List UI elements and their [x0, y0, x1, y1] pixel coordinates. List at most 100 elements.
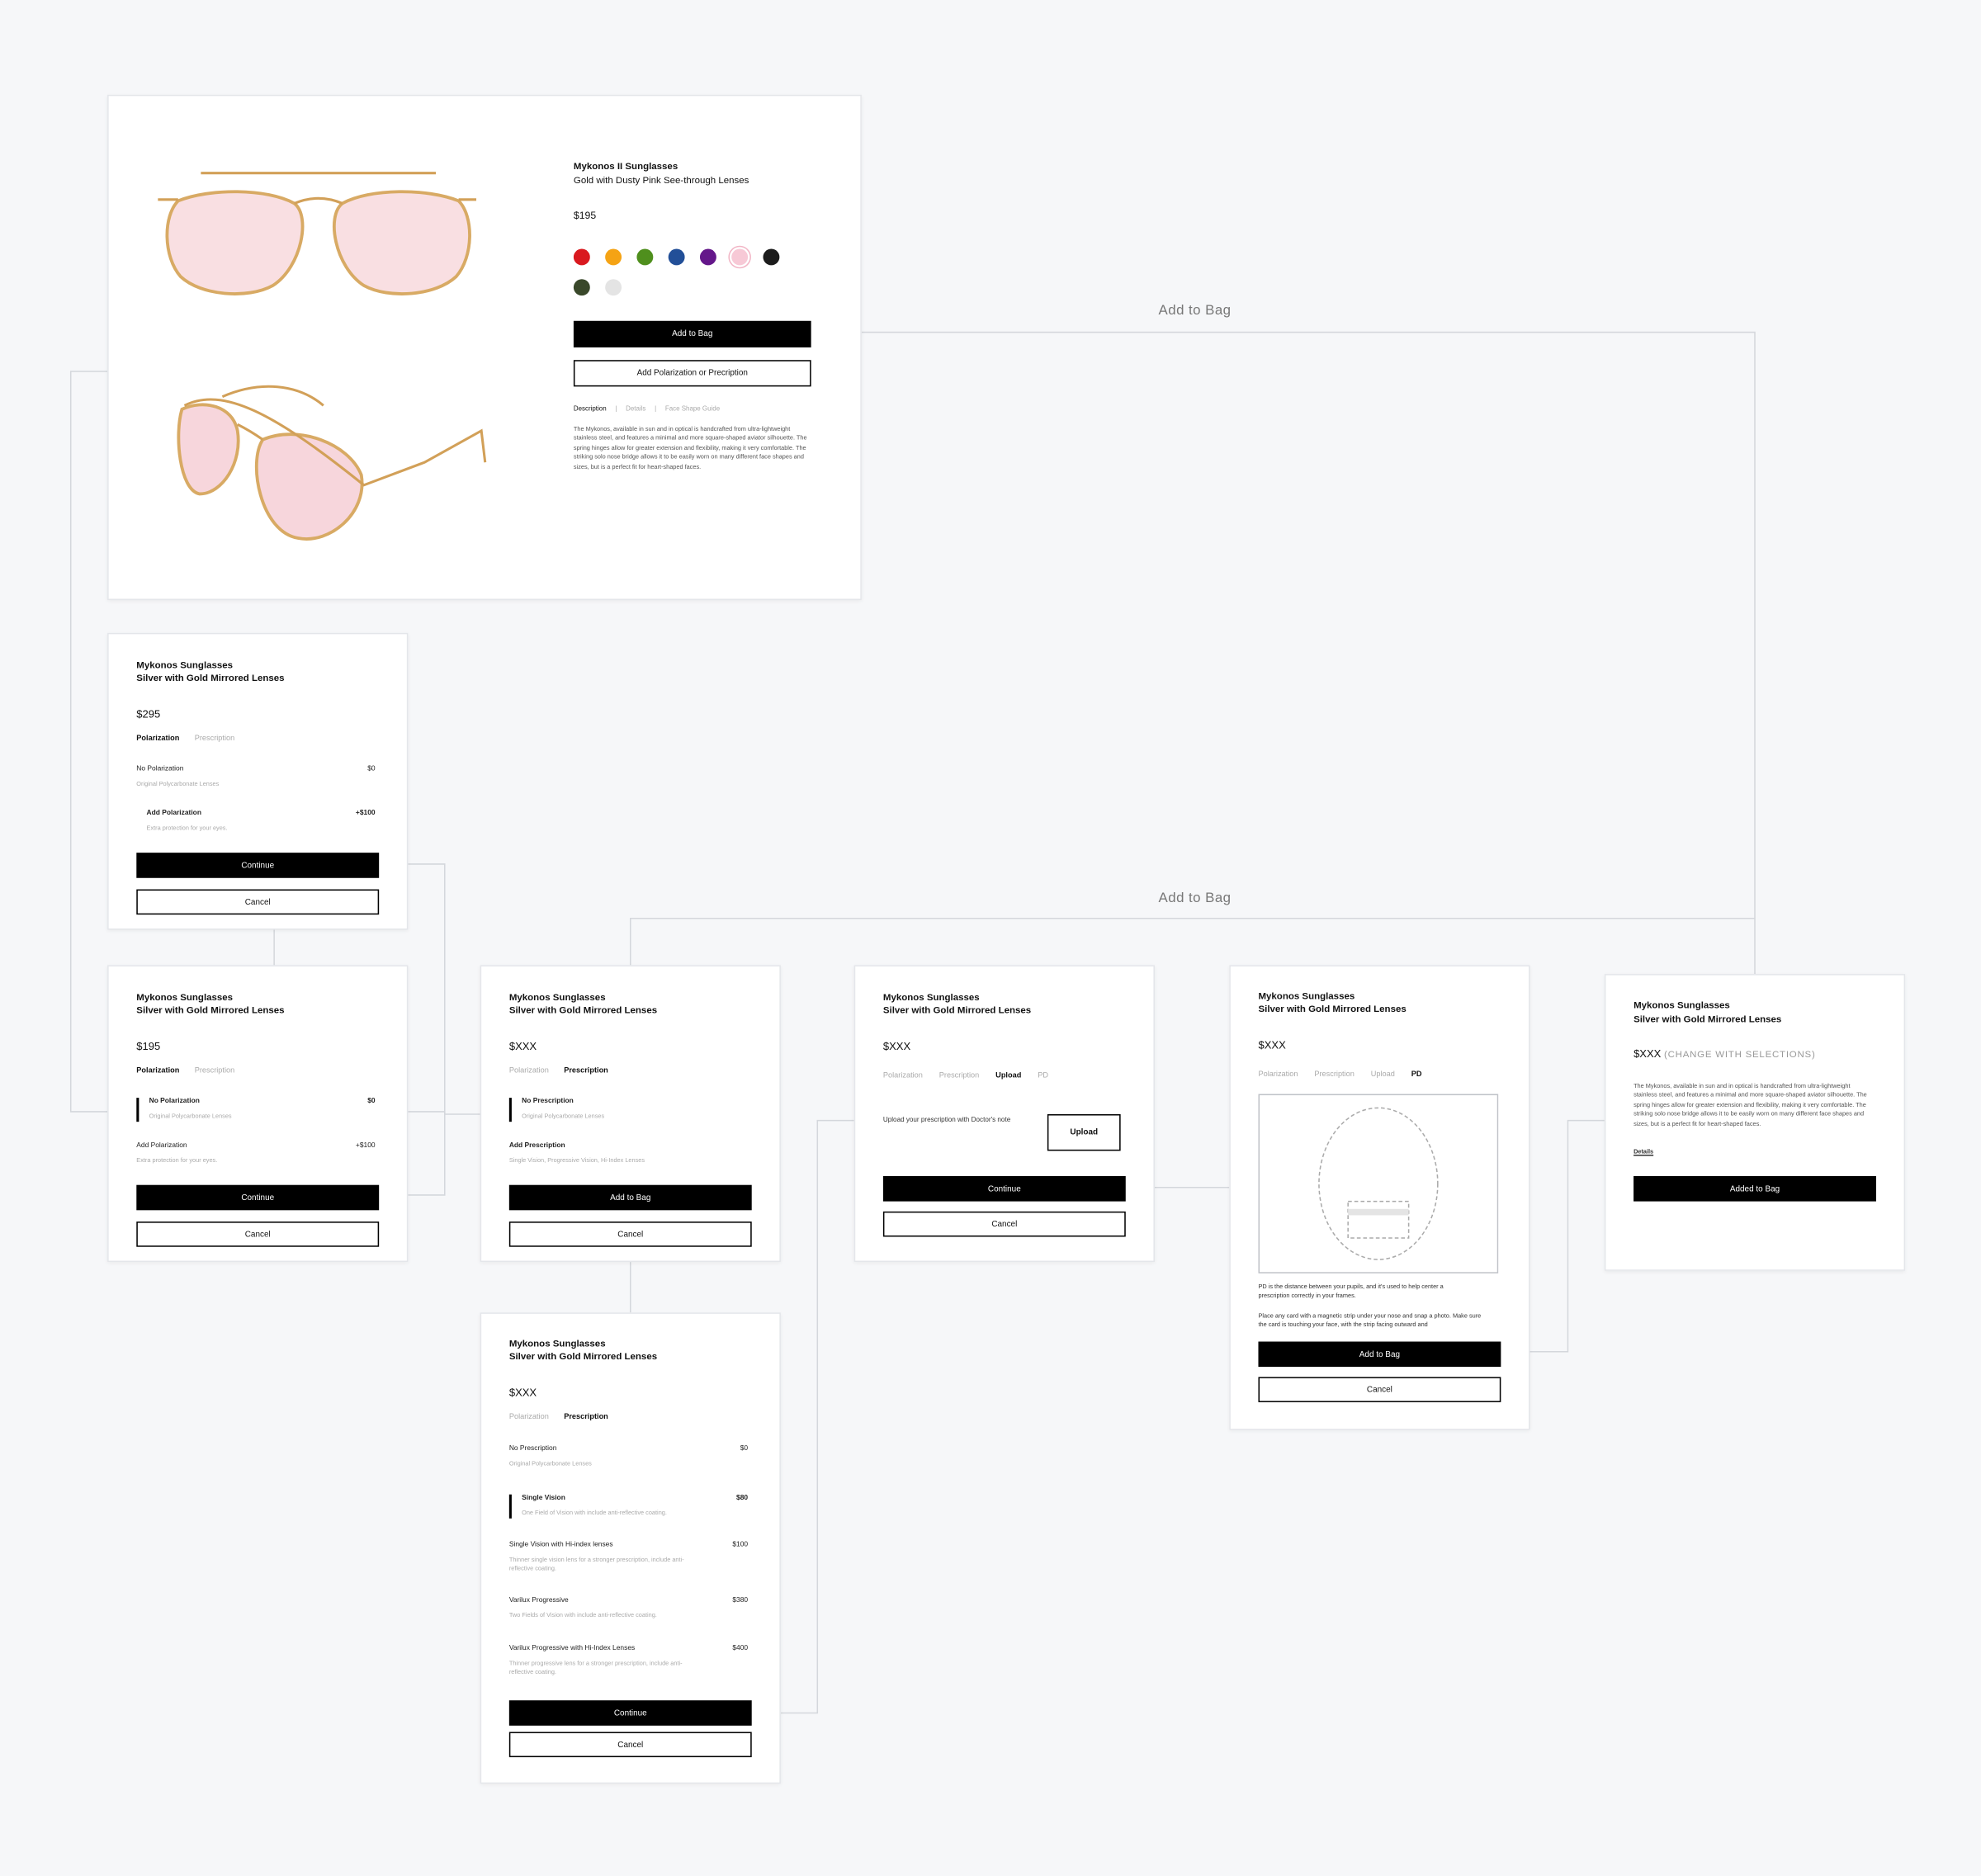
- option-name: No Polarization: [149, 1098, 200, 1106]
- tab-upload[interactable]: Upload: [1371, 1071, 1395, 1079]
- cancel-button[interactable]: Cancel: [508, 1732, 752, 1758]
- continue-button[interactable]: Continue: [508, 1700, 752, 1726]
- option-price: +$100: [355, 1141, 376, 1150]
- card-title: Mykonos Sunglasses: [136, 659, 234, 671]
- color-swatch[interactable]: [763, 248, 780, 266]
- option-add-prescription[interactable]: Add Prescription Single Vision, Progress…: [509, 1142, 752, 1166]
- cancel-button[interactable]: Cancel: [136, 1222, 380, 1247]
- card-subtitle: Silver with Gold Mirrored Lenses: [882, 1004, 1032, 1016]
- cancel-button[interactable]: Cancel: [882, 1211, 1126, 1237]
- add-to-bag-button[interactable]: Add to Bag: [1258, 1341, 1501, 1368]
- card-subtitle: Silver with Gold Mirrored Lenses: [508, 1350, 658, 1362]
- card-price: $195: [136, 1039, 161, 1052]
- option-name: Add Polarization: [146, 810, 201, 818]
- card-subtitle: Silver with Gold Mirrored Lenses: [1258, 1003, 1407, 1015]
- card-tabs: Polarization Prescription: [136, 1067, 234, 1075]
- color-swatch[interactable]: [636, 248, 654, 266]
- color-swatch[interactable]: [573, 279, 590, 296]
- option-name: Varilux Progressive: [508, 1596, 569, 1604]
- tab-polarization[interactable]: Polarization: [509, 1414, 549, 1421]
- tab-prescription[interactable]: Prescription: [195, 735, 235, 743]
- add-polarization-button[interactable]: Add Polarization or Precription: [573, 360, 811, 387]
- color-swatch[interactable]: [731, 248, 749, 266]
- tab-upload[interactable]: Upload: [995, 1072, 1021, 1080]
- option-price: $400: [732, 1644, 749, 1653]
- option-no-prescription[interactable]: No Prescription Original Polycarbonate L…: [508, 1098, 752, 1122]
- tab-description[interactable]: Description: [574, 405, 607, 413]
- option-desc: Single Vision, Progressive Vision, Hi-In…: [508, 1158, 645, 1165]
- card-subtitle: Silver with Gold Mirrored Lenses: [136, 1004, 285, 1016]
- option-varilux-progressive-hi-index[interactable]: Varilux Progressive with Hi-Index Lenses…: [509, 1645, 752, 1678]
- tab-face-shape-guide[interactable]: Face Shape Guide: [665, 405, 720, 413]
- color-swatch[interactable]: [605, 279, 622, 296]
- option-price: $0: [367, 1098, 376, 1106]
- pd-camera-frame[interactable]: [1258, 1094, 1499, 1274]
- option-name: Add Polarization: [136, 1141, 187, 1150]
- option-varilux-progressive[interactable]: Varilux Progressive $380 Two Fields of V…: [509, 1597, 752, 1621]
- tab-polarization[interactable]: Polarization: [883, 1072, 923, 1080]
- color-swatch[interactable]: [699, 248, 716, 266]
- tab-pd[interactable]: PD: [1411, 1071, 1422, 1079]
- option-add-polarization[interactable]: Add Polarization +$100 Extra protection …: [136, 1142, 379, 1166]
- card-title: Mykonos Sunglasses: [508, 991, 606, 1004]
- added-to-bag-button[interactable]: Added to Bag: [1633, 1175, 1876, 1202]
- continue-button[interactable]: Continue: [882, 1175, 1126, 1202]
- glasses-front-image: [158, 172, 477, 295]
- glasses-side-image: [177, 385, 487, 541]
- tab-prescription[interactable]: Prescription: [1314, 1071, 1355, 1079]
- polarization-card-1: Mykonos Sunglasses Silver with Gold Mirr…: [107, 632, 409, 930]
- option-single-vision-hi-index[interactable]: Single Vision with Hi-index lenses $100 …: [509, 1541, 752, 1574]
- cancel-button[interactable]: Cancel: [508, 1222, 752, 1247]
- tab-separator: |: [615, 405, 617, 413]
- tab-prescription[interactable]: Prescription: [195, 1067, 235, 1075]
- option-desc: One Field of Vision with include anti-re…: [522, 1510, 667, 1518]
- prescription-options-card: Mykonos Sunglasses Silver with Gold Mirr…: [480, 1312, 781, 1784]
- tab-polarization[interactable]: Polarization: [509, 1067, 549, 1075]
- card-price: $XXX (CHANGE WITH SELECTIONS): [1633, 1047, 1816, 1060]
- product-detail-card: Mykonos II Sunglasses Gold with Dusty Pi…: [107, 94, 862, 601]
- continue-button[interactable]: Continue: [136, 853, 380, 878]
- upload-card: Mykonos Sunglasses Silver with Gold Mirr…: [853, 965, 1155, 1263]
- product-tabs: Description | Details | Face Shape Guide: [574, 405, 720, 413]
- card-title: Mykonos Sunglasses: [1258, 990, 1355, 1002]
- option-desc: Original Polycarbonate Lenses: [508, 1461, 592, 1468]
- card-subtitle: Silver with Gold Mirrored Lenses: [136, 672, 285, 684]
- continue-button[interactable]: Continue: [136, 1184, 380, 1211]
- upload-button[interactable]: Upload: [1047, 1113, 1121, 1151]
- color-swatch[interactable]: [573, 248, 590, 266]
- option-desc: Two Fields of Vision with include anti-r…: [508, 1613, 657, 1620]
- option-desc: Extra protection for your eyes.: [136, 1158, 218, 1165]
- color-swatch[interactable]: [605, 248, 622, 266]
- tab-polarization[interactable]: Polarization: [136, 735, 179, 743]
- card-title: Mykonos Sunglasses: [136, 991, 234, 1004]
- prescription-card: Mykonos Sunglasses Silver with Gold Mirr…: [480, 965, 781, 1263]
- option-no-prescription[interactable]: No Prescription $0 Original Polycarbonat…: [509, 1445, 752, 1469]
- pd-explanation: PD is the distance between your pupils, …: [1258, 1284, 1444, 1301]
- option-price: $0: [740, 1445, 749, 1453]
- option-add-polarization[interactable]: Add Polarization +$100 Extra protection …: [136, 810, 379, 834]
- option-price: $380: [732, 1596, 749, 1604]
- add-to-bag-button[interactable]: Add to Bag: [508, 1184, 752, 1211]
- option-no-polarization[interactable]: No Polarization $0 Original Polycarbonat…: [136, 1098, 379, 1122]
- tab-details[interactable]: Details: [626, 405, 645, 413]
- option-desc: Original Polycarbonate Lenses: [136, 782, 220, 789]
- upload-instructions: Upload your prescription with Doctor's n…: [882, 1117, 1011, 1125]
- tab-prescription[interactable]: Prescription: [564, 1414, 608, 1421]
- tab-polarization[interactable]: Polarization: [136, 1067, 179, 1075]
- tab-prescription[interactable]: Prescription: [564, 1067, 608, 1075]
- details-link[interactable]: Details: [1633, 1148, 1653, 1157]
- color-swatch[interactable]: [668, 248, 685, 266]
- tab-polarization[interactable]: Polarization: [1258, 1071, 1298, 1079]
- tab-prescription[interactable]: Prescription: [939, 1072, 980, 1080]
- add-to-bag-button[interactable]: Add to Bag: [573, 320, 811, 347]
- option-no-polarization[interactable]: No Polarization $0 Original Polycarbonat…: [136, 766, 379, 790]
- added-to-bag-card: Mykonos Sunglasses Silver with Gold Mirr…: [1604, 974, 1906, 1271]
- tab-pd[interactable]: PD: [1038, 1072, 1048, 1080]
- card-title: Mykonos Sunglasses: [1633, 999, 1730, 1011]
- cancel-button[interactable]: Cancel: [1258, 1377, 1501, 1402]
- price-value: $XXX: [1633, 1047, 1662, 1061]
- option-price: +$100: [355, 810, 376, 818]
- card-price: $XXX: [1258, 1038, 1286, 1051]
- cancel-button[interactable]: Cancel: [136, 889, 380, 915]
- option-single-vision[interactable]: Single Vision $80 One Field of Vision wi…: [508, 1494, 752, 1519]
